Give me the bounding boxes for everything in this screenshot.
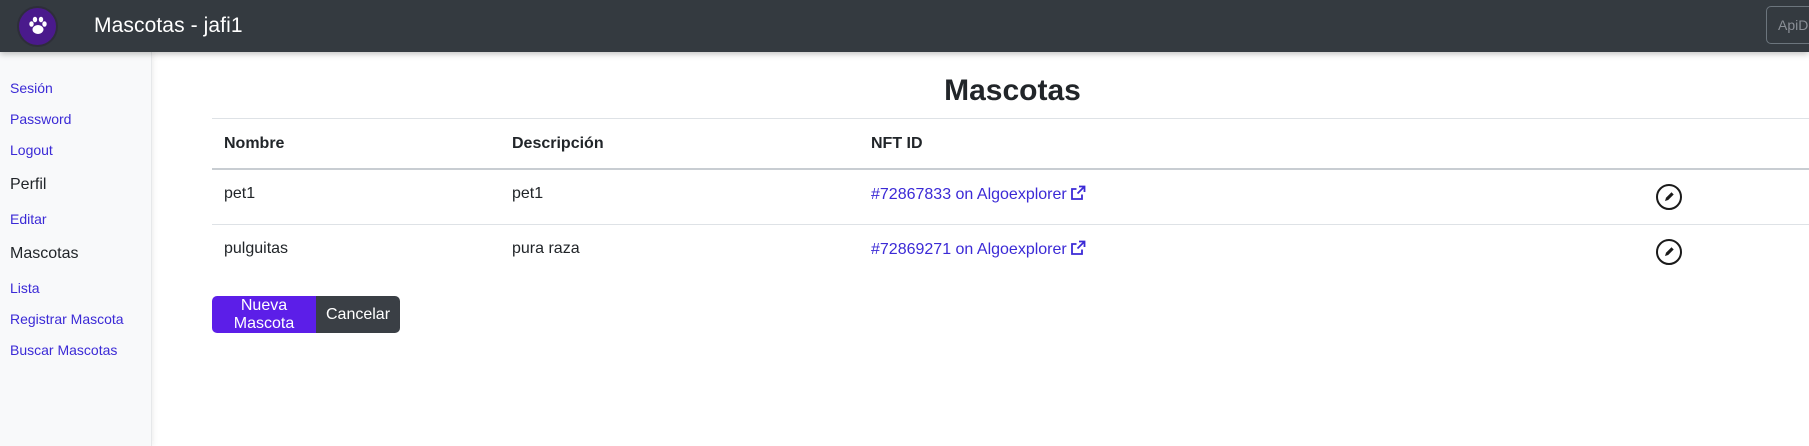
edit-button-row-2[interactable] (1656, 239, 1682, 265)
sidebar-item-logout[interactable]: Logout (10, 142, 53, 158)
sidebar-heading-perfil: Perfil (10, 176, 47, 193)
apidoc-input[interactable]: ApiDoc (1766, 6, 1809, 44)
row-2-name: pulguitas (224, 240, 289, 257)
cancelar-button[interactable]: Cancelar (316, 296, 400, 333)
row-2-nft-link[interactable]: #72869271 on Algoexplorer (871, 240, 1086, 259)
column-header-nombre: Nombre (224, 135, 285, 152)
pencil-icon (1665, 247, 1674, 256)
sidebar-heading-mascotas: Mascotas (10, 245, 79, 262)
column-header-nft-id: NFT ID (871, 135, 923, 152)
row-1-name: pet1 (224, 185, 256, 202)
row-2-nft-link-text[interactable]: #72869271 on Algoexplorer (871, 241, 1067, 258)
paw-icon[interactable] (17, 5, 58, 47)
pencil-icon (1665, 192, 1674, 201)
column-header-descripcion: Descripción (512, 135, 604, 152)
sidebar-item-registrar-mascota[interactable]: Registrar Mascota (10, 311, 124, 327)
page-title: Mascotas (944, 74, 1081, 107)
sidebar-item-editar[interactable]: Editar (10, 211, 47, 227)
sidebar-item-password[interactable]: Password (10, 111, 71, 127)
sidebar-item-buscar-mascotas[interactable]: Buscar Mascotas (10, 342, 117, 358)
external-link-icon (1070, 240, 1086, 255)
app-title[interactable]: Mascotas - jafi1 (94, 14, 243, 38)
row-1-description: pet1 (512, 185, 544, 202)
sidebar-item-lista[interactable]: Lista (10, 280, 40, 296)
top-navbar: Mascotas - jafi1 ApiDoc (0, 0, 1809, 52)
edit-button-row-1[interactable] (1656, 184, 1682, 210)
external-link-icon (1070, 185, 1086, 200)
row-1-nft-link[interactable]: #72867833 on Algoexplorer (871, 185, 1086, 204)
table-top-divider (212, 118, 1809, 119)
row-2-description: pura raza (512, 240, 580, 257)
sidebar: Sesión Password Logout Perfil Editar Mas… (0, 52, 152, 446)
nueva-mascota-button[interactable]: Nueva Mascota (212, 296, 316, 333)
row-divider-1 (212, 224, 1809, 225)
table-header-divider (212, 168, 1809, 170)
row-1-nft-link-text[interactable]: #72867833 on Algoexplorer (871, 186, 1067, 203)
